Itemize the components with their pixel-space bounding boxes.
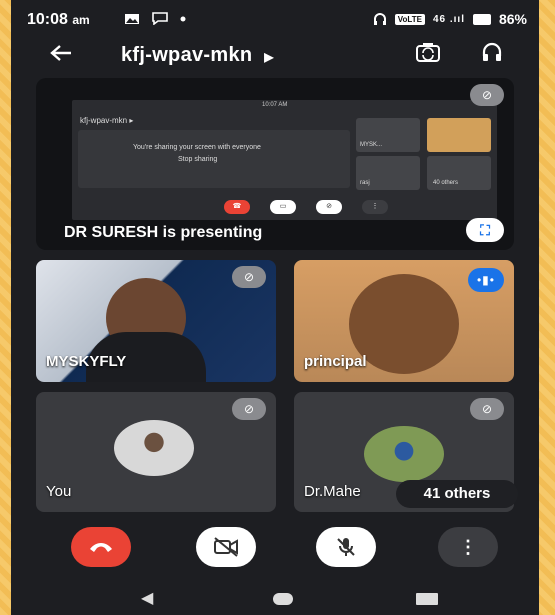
participant-tile-myskyfly[interactable]: ⊘ MYSKYFLY: [36, 260, 276, 382]
status-time: 10:08 am: [27, 11, 90, 29]
sharing-message: You're sharing your screen with everyone: [133, 144, 261, 151]
end-call-icon[interactable]: [71, 527, 131, 567]
shared-sharing-panel: You're sharing your screen with everyone…: [78, 130, 350, 188]
android-nav-bar: ◀: [11, 584, 539, 615]
shared-mic-off-icon: ⊘: [316, 200, 342, 214]
others-chip[interactable]: 41 others: [396, 480, 518, 508]
clock-time: 10:08: [27, 11, 68, 28]
battery-percent: 86%: [498, 11, 527, 27]
camera-switch-icon[interactable]: [415, 41, 441, 69]
shared-meeting-title: kfj-wpav-mkn ▸: [80, 116, 134, 125]
dot-icon: [180, 16, 186, 21]
system-icons: VoLTE 46 .ııl 86%: [373, 11, 527, 27]
presenting-label: DR SURESH is presenting: [64, 224, 263, 241]
mic-off-icon: ⊘: [470, 398, 504, 420]
battery-icon: [472, 13, 491, 25]
mic-off-icon[interactable]: [316, 527, 376, 567]
shared-screen-preview: 10:07 AM kfj-wpav-mkn ▸ You're sharing y…: [72, 100, 497, 220]
shared-status-bar: 10:07 AM: [72, 100, 497, 112]
participant-name: MYSKYFLY: [46, 353, 127, 370]
speaking-indicator-icon: •▮•: [468, 268, 504, 292]
shared-tile-4: 40 others: [427, 156, 491, 190]
avatar: [114, 420, 194, 476]
shared-camera-off-icon: ▭: [270, 200, 296, 214]
participant-tile-you[interactable]: ⊘ You: [36, 392, 276, 512]
shared-tile-1: MYSK...: [356, 118, 420, 152]
status-bar: 10:08 am VoLTE 46 .ııl 86%: [11, 0, 539, 34]
participant-name: Dr.Mahe: [304, 483, 361, 500]
more-vert-icon[interactable]: ⋮: [438, 527, 498, 567]
gallery-icon: [125, 13, 139, 24]
meeting-code-button[interactable]: kfj-wpav-mkn ▶: [121, 44, 274, 67]
meeting-header: kfj-wpav-mkn ▶: [11, 34, 539, 74]
message-icon: [152, 12, 168, 25]
nav-back-icon[interactable]: ◀: [141, 588, 153, 608]
headphones-icon[interactable]: [481, 41, 503, 69]
nav-recents-icon[interactable]: [416, 593, 438, 605]
stop-sharing-button: Stop sharing: [178, 156, 218, 163]
meeting-code: kfj-wpav-mkn: [121, 44, 253, 66]
clock-ampm: am: [72, 13, 90, 27]
shared-time: 10:07 AM: [262, 102, 288, 108]
volte-badge: VoLTE: [394, 13, 425, 25]
signal-text: 46 .ııl: [432, 13, 465, 25]
avatar: [364, 426, 444, 482]
shared-tile-2: [427, 118, 491, 152]
presentation-tile[interactable]: 10:07 AM kfj-wpav-mkn ▸ You're sharing y…: [36, 78, 514, 250]
presenter-mic-off-icon: ⊘: [470, 84, 504, 106]
nav-home-icon[interactable]: [273, 593, 293, 605]
participant-name: principal: [304, 353, 367, 370]
chevron-right-icon: ▶: [264, 50, 274, 64]
camera-off-icon[interactable]: [196, 527, 256, 567]
participant-tile-principal[interactable]: •▮• principal: [294, 260, 514, 382]
shared-end-call-icon: ☎: [224, 200, 250, 214]
shared-tile-3: rasj: [356, 156, 420, 190]
shared-more-icon: ⋮: [362, 200, 388, 214]
mic-off-icon: ⊘: [232, 398, 266, 420]
fullscreen-icon[interactable]: ⛶: [466, 218, 504, 242]
meet-screen: 10:08 am VoLTE 46 .ııl 86% kfj-wpav-mkn …: [11, 0, 539, 615]
participant-name: You: [46, 483, 72, 500]
headphones-status-icon: [373, 13, 386, 25]
arrow-left-icon[interactable]: [49, 42, 73, 70]
mic-off-icon: ⊘: [232, 266, 266, 288]
notification-icons: [124, 12, 186, 25]
